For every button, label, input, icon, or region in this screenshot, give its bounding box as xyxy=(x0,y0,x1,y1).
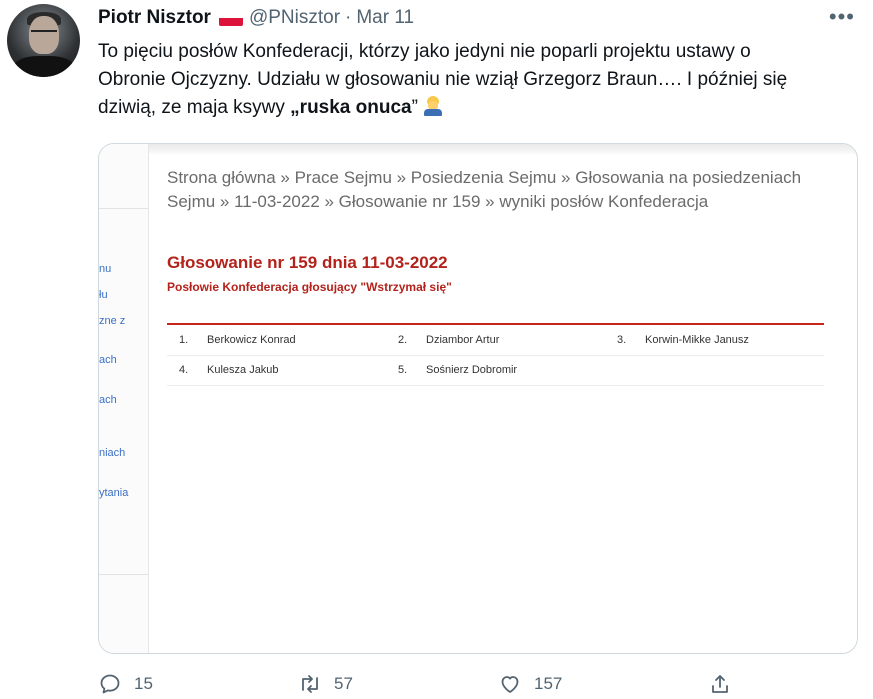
sidebar-link: łu xyxy=(99,289,108,301)
retweet-count: 57 xyxy=(334,674,353,693)
member-cell: 4. Kulesza Jakub xyxy=(179,364,279,376)
share-icon xyxy=(712,675,728,693)
author-name[interactable]: Piotr Nisztor xyxy=(98,7,211,29)
vote-subtitle: Posłowie Konfederacja głosujący "Wstrzym… xyxy=(167,280,452,294)
like-button[interactable]: 157 xyxy=(498,672,562,696)
tweet-header: Piotr Nisztor @PNisztor · Mar 11 xyxy=(98,7,414,29)
table-row: 1. Berkowicz Konrad 2. Dziambor Artur 3. Ko… xyxy=(167,326,824,356)
share-button[interactable] xyxy=(708,672,744,696)
tweet-text: To pięciu posłów Konfederacji, którzy ja… xyxy=(98,38,818,122)
sidebar-link: ytania xyxy=(99,487,129,499)
image-sidebar: nu łu zne z ach ach niach ytania xyxy=(99,144,149,653)
more-options-icon[interactable]: ••• xyxy=(829,4,855,30)
tweet-text-quote-close: ” xyxy=(411,97,418,118)
retweet-button[interactable]: 57 xyxy=(298,672,353,696)
image-top-band xyxy=(149,144,857,154)
reply-icon xyxy=(100,674,120,694)
heart-icon xyxy=(501,676,519,693)
member-cell: 1. Berkowicz Konrad xyxy=(179,334,296,346)
construction-worker-emoji xyxy=(423,96,443,116)
red-divider xyxy=(167,323,824,325)
member-cell: 5. Sośnierz Dobromir xyxy=(398,364,518,376)
vote-title: Głosowanie nr 159 dnia 11-03-2022 xyxy=(167,253,448,272)
like-count: 157 xyxy=(534,674,563,693)
sidebar-link: niach xyxy=(99,447,126,459)
member-cell: 2. Dziambor Artur xyxy=(398,334,500,346)
reply-count: 15 xyxy=(134,674,153,693)
table-row: 4. Kulesza Jakub 5. Sośnierz Dobromir xyxy=(167,356,824,386)
author-handle[interactable]: @PNisztor xyxy=(249,7,340,29)
breadcrumb: Strona główna » Prace Sejmu » Posiedzeni… xyxy=(167,168,802,211)
reply-button[interactable]: 15 xyxy=(98,672,153,696)
members-table: 1. Berkowicz Konrad 2. Dziambor Artur 3. Ko… xyxy=(167,326,824,386)
member-cell: 3. Korwin-Mikke Janusz xyxy=(617,334,749,346)
sidebar-link: zne z xyxy=(99,315,126,327)
sidebar-link: ach xyxy=(99,394,117,406)
retweet-icon xyxy=(302,675,318,693)
tweet-date[interactable]: Mar 11 xyxy=(356,7,414,29)
sidebar-link: ach xyxy=(99,354,117,366)
author-avatar[interactable] xyxy=(7,4,80,77)
poland-flag-icon xyxy=(218,10,243,26)
tweet-image[interactable]: nu łu zne z ach ach niach ytania Strona … xyxy=(98,143,858,654)
sidebar-link: nu xyxy=(99,263,112,275)
tweet-text-bold: „ruska onuca xyxy=(290,97,412,118)
separator-dot: · xyxy=(345,7,352,28)
tweet-actions: 15 57 157 xyxy=(98,672,858,698)
